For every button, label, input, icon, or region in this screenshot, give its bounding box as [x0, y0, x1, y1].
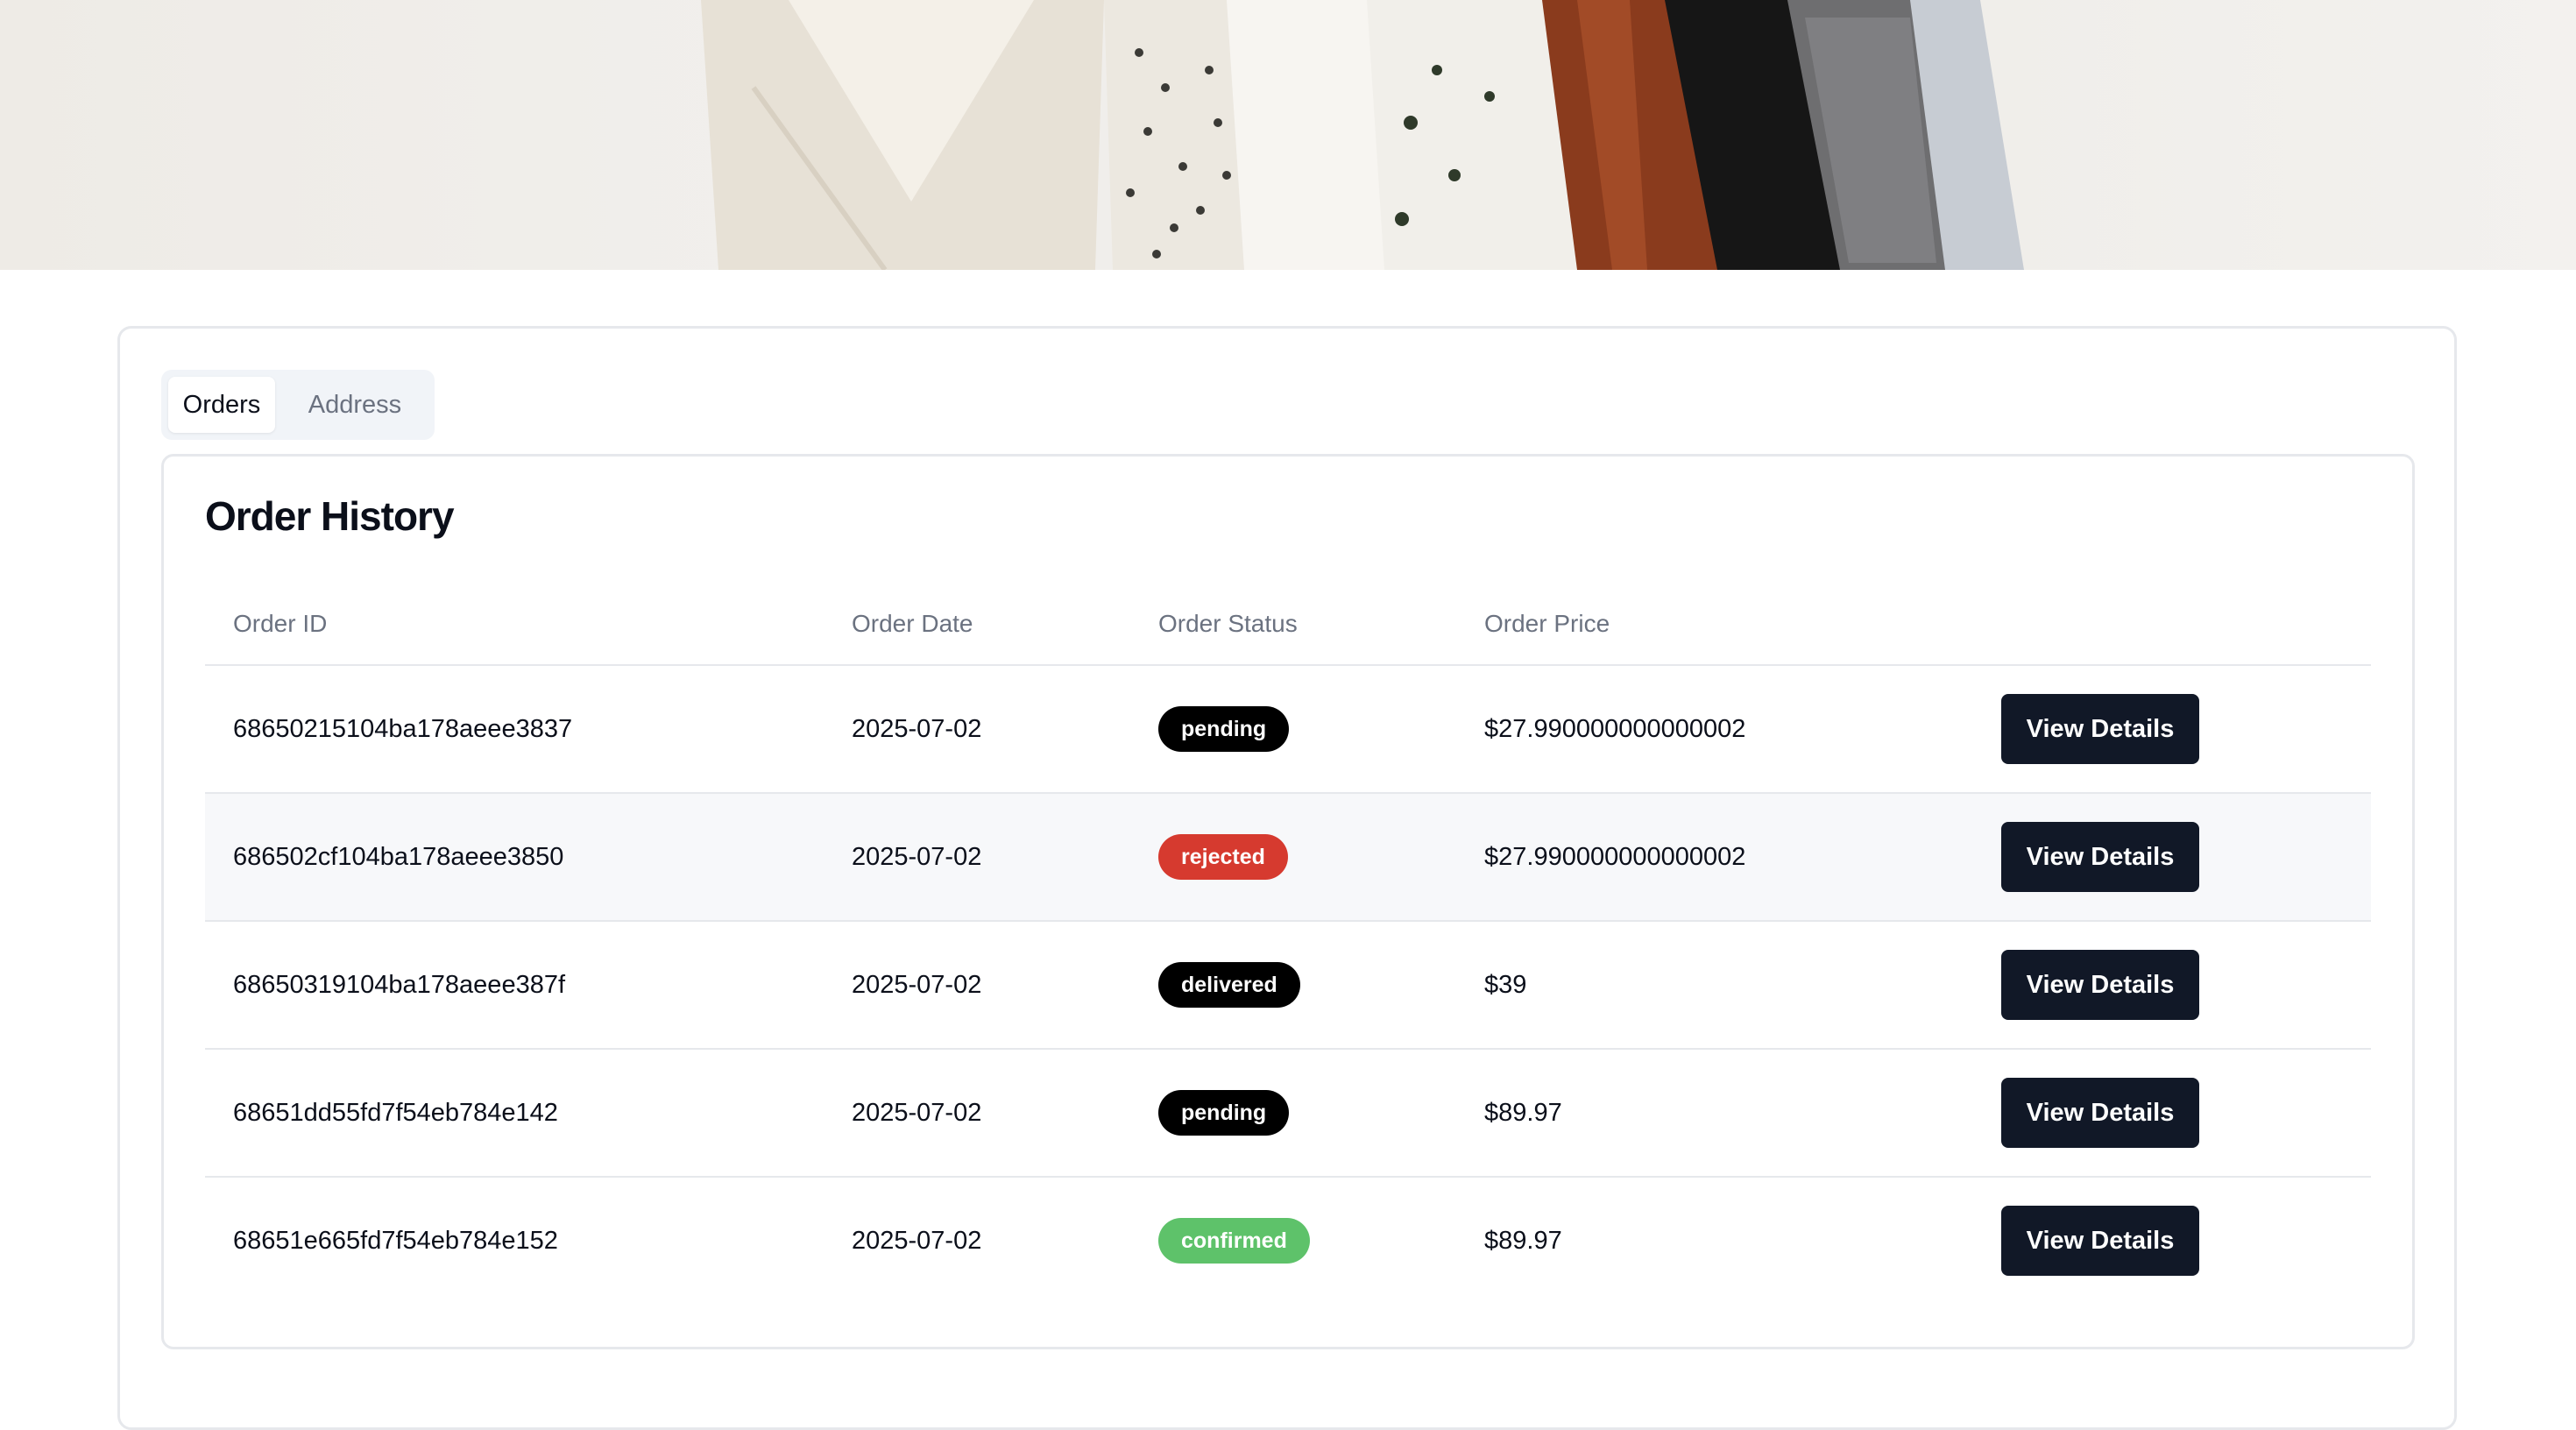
order-date: 2025-07-02 [852, 843, 982, 871]
order-price: $27.990000000000002 [1484, 715, 1746, 743]
view-details-button[interactable]: View Details [2001, 1078, 2199, 1148]
tab-address[interactable]: Address [282, 377, 428, 433]
clothes-rack-illustration [701, 0, 2024, 270]
table-row: 68650215104ba178aeee3837 2025-07-02 pend… [205, 666, 2371, 794]
page-title: Order History [205, 493, 455, 539]
header-order-date: Order Date [852, 610, 973, 637]
status-badge: delivered [1158, 962, 1300, 1008]
table-header: Order ID Order Date Order Status Order P… [205, 596, 2371, 666]
tab-orders[interactable]: Orders [168, 377, 275, 433]
tab-list: Orders Address [161, 370, 435, 440]
status-badge: confirmed [1158, 1218, 1310, 1264]
order-date: 2025-07-02 [852, 971, 982, 999]
header-order-price: Order Price [1484, 610, 1610, 637]
hero-banner-image [0, 0, 2576, 270]
order-id: 68650215104ba178aeee3837 [233, 715, 573, 743]
status-badge: pending [1158, 706, 1290, 752]
table-row: 68650319104ba178aeee387f 2025-07-02 deli… [205, 922, 2371, 1050]
order-price: $27.990000000000002 [1484, 843, 1746, 871]
view-details-button[interactable]: View Details [2001, 1206, 2199, 1276]
order-date: 2025-07-02 [852, 715, 982, 743]
table-row: 68651e665fd7f54eb784e152 2025-07-02 conf… [205, 1178, 2371, 1306]
view-details-button[interactable]: View Details [2001, 694, 2199, 764]
status-badge: rejected [1158, 834, 1288, 880]
table-row: 686502cf104ba178aeee3850 2025-07-02 reje… [205, 794, 2371, 922]
table-row: 68651dd55fd7f54eb784e142 2025-07-02 pend… [205, 1050, 2371, 1178]
order-id: 686502cf104ba178aeee3850 [233, 843, 564, 871]
order-date: 2025-07-02 [852, 1099, 982, 1127]
order-price: $39 [1484, 971, 1527, 999]
order-price: $89.97 [1484, 1099, 1562, 1127]
header-order-status: Order Status [1158, 610, 1298, 637]
view-details-button[interactable]: View Details [2001, 822, 2199, 892]
order-date: 2025-07-02 [852, 1227, 982, 1255]
order-id: 68651dd55fd7f54eb784e142 [233, 1099, 558, 1127]
order-price: $89.97 [1484, 1227, 1562, 1255]
header-order-id: Order ID [233, 610, 328, 637]
view-details-button[interactable]: View Details [2001, 950, 2199, 1020]
order-id: 68651e665fd7f54eb784e152 [233, 1227, 558, 1255]
status-badge: pending [1158, 1090, 1290, 1136]
order-id: 68650319104ba178aeee387f [233, 971, 566, 999]
